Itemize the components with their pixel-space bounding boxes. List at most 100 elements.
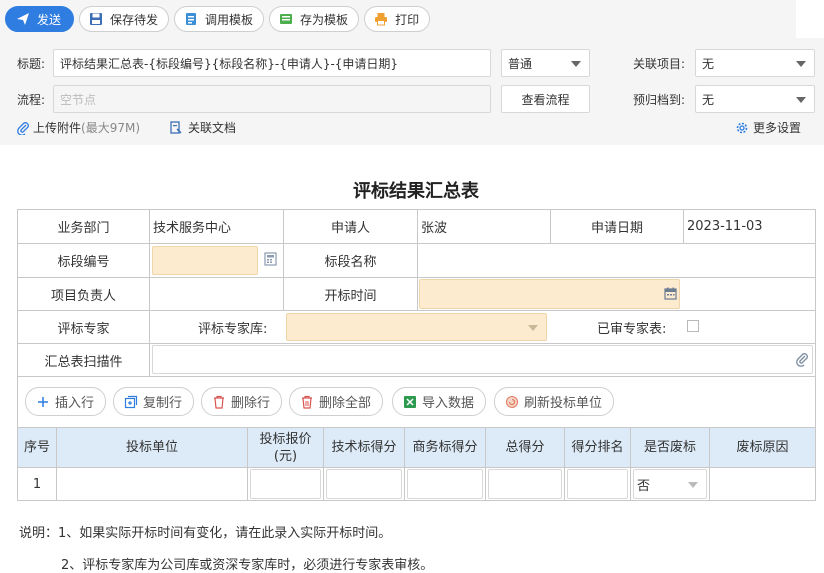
paperclip-icon: [17, 121, 29, 135]
row1-void-select[interactable]: 否: [633, 469, 707, 499]
row1-rank-input[interactable]: [567, 469, 628, 499]
scan-label: 汇总表扫描件: [17, 343, 150, 377]
section-name-cell[interactable]: [417, 243, 816, 278]
save-pending-label: 保存待发: [110, 12, 159, 27]
print-label: 打印: [395, 12, 420, 27]
date-value: 2023-11-03: [683, 209, 816, 244]
chevron-down-icon: [571, 61, 581, 67]
priority-select[interactable]: 普通: [501, 49, 590, 77]
excel-import-icon: [404, 395, 416, 408]
trash-icon: [214, 395, 224, 409]
import-data-button[interactable]: 导入数据: [392, 387, 487, 416]
related-project-label: 关联项目:: [633, 57, 686, 71]
delete-row-button[interactable]: 删除行: [201, 387, 283, 416]
expert-lib-select[interactable]: [286, 313, 547, 341]
trash-icon: [302, 395, 312, 409]
note-line-2: 2、评标专家库为公司库或资深专家库时，必须进行专家表审核。: [61, 558, 434, 573]
upload-label: 上传附件: [33, 121, 82, 135]
more-settings-link[interactable]: 更多设置: [735, 119, 801, 136]
paperclip-icon[interactable]: [796, 352, 809, 367]
title-input[interactable]: 评标结果汇总表-{标段编号}{标段名称}-{申请人}-{申请日期}: [53, 49, 491, 77]
insert-row-button[interactable]: 插入行: [25, 387, 107, 416]
view-flow-label: 查看流程: [521, 92, 570, 107]
expert-lib-label: 评标专家库:: [198, 322, 268, 337]
row1-void-value: 否: [637, 478, 651, 494]
calendar-icon[interactable]: [664, 287, 677, 300]
row1-void-reason[interactable]: [709, 467, 816, 501]
dept-label: 业务部门: [17, 209, 150, 244]
flow-input[interactable]: 空节点: [53, 85, 491, 113]
view-flow-button[interactable]: 查看流程: [501, 85, 590, 113]
calculator-icon[interactable]: [264, 252, 277, 266]
top-panel: 发送 保存待发 调用模板 存为模板 打印 标题: 评标结果汇总表-{标段编号}{…: [0, 0, 824, 145]
reviewed-label: 已审专家表:: [597, 322, 667, 337]
save-pending-button[interactable]: 保存待发: [79, 6, 170, 32]
row1-bidder[interactable]: [56, 467, 248, 501]
title-label: 标题:: [17, 57, 46, 71]
col-header-tech-score: 技术标得分: [323, 427, 405, 468]
section-no-label: 标段编号: [17, 243, 150, 278]
related-docs-link[interactable]: 关联文档: [169, 119, 236, 136]
toolbar: 发送 保存待发 调用模板 存为模板 打印: [5, 6, 431, 32]
chevron-down-icon: [688, 482, 698, 488]
section-no-input[interactable]: [152, 246, 258, 275]
col-header-rank: 得分排名: [564, 427, 631, 468]
save-template-label: 存为模板: [300, 12, 349, 27]
pm-label: 项目负责人: [17, 277, 150, 311]
row1-price-input[interactable]: [250, 469, 321, 499]
send-button[interactable]: 发送: [5, 6, 75, 32]
title-value: 评标结果汇总表-{标段编号}{标段名称}-{申请人}-{申请日期}: [60, 56, 399, 71]
flow-label: 流程:: [17, 93, 46, 107]
top-right-strip: [796, 0, 824, 38]
archive-label: 预归档到:: [633, 93, 686, 107]
delete-row-label: 删除行: [231, 396, 271, 411]
related-project-select[interactable]: 无: [695, 49, 815, 77]
refresh-icon: [506, 395, 518, 408]
related-project-value: 无: [702, 56, 715, 71]
refresh-bidders-button[interactable]: 刷新投标单位: [494, 387, 615, 416]
more-settings-label: 更多设置: [753, 121, 802, 135]
expert-label: 评标专家: [17, 310, 150, 344]
open-time-label: 开标时间: [283, 277, 418, 311]
dept-value: 技术服务中心: [149, 209, 284, 244]
copy-row-button[interactable]: 复制行: [113, 387, 195, 416]
row1-tech-input[interactable]: [326, 469, 402, 499]
col-header-void: 是否废标: [630, 427, 710, 468]
row1-biz-input[interactable]: [407, 469, 483, 499]
date-label: 申请日期: [550, 209, 684, 244]
col-header-bidder: 投标单位: [56, 427, 248, 468]
archive-select[interactable]: 无: [695, 85, 815, 113]
delete-all-button[interactable]: 删除全部: [289, 387, 384, 416]
printer-icon: [375, 13, 388, 26]
note-line-1: 说明：1、如果实际开标时间有变化，请在此录入实际开标时间。: [19, 526, 392, 541]
row1-index: 1: [17, 467, 57, 501]
related-docs-label: 关联文档: [188, 121, 237, 135]
document-link-icon: [170, 120, 182, 134]
copy-icon: [124, 395, 138, 408]
scan-upload-input[interactable]: [152, 345, 813, 374]
applicant-label: 申请人: [283, 209, 418, 244]
priority-value: 普通: [508, 56, 533, 71]
col-header-biz-score: 商务标得分: [404, 427, 486, 468]
form-title: 评标结果汇总表: [353, 181, 479, 202]
send-icon: [17, 13, 29, 25]
save-icon: [90, 13, 103, 25]
print-button[interactable]: 打印: [364, 6, 431, 32]
use-template-button[interactable]: 调用模板: [174, 6, 265, 32]
col-header-index: 序号: [17, 427, 57, 468]
template-icon: [186, 13, 197, 25]
open-time-input[interactable]: [419, 279, 680, 309]
row1-total-input[interactable]: [488, 469, 562, 499]
chevron-down-icon: [796, 97, 806, 103]
refresh-bidders-label: 刷新投标单位: [524, 396, 603, 411]
applicant-value: 张波: [417, 209, 551, 244]
import-data-label: 导入数据: [422, 396, 475, 411]
reviewed-checkbox[interactable]: [687, 320, 699, 332]
send-label: 发送: [37, 12, 62, 27]
chevron-down-icon: [528, 325, 538, 331]
pm-cell[interactable]: [149, 277, 284, 311]
save-template-button[interactable]: 存为模板: [269, 6, 360, 32]
archive-value: 无: [702, 92, 715, 107]
upload-attachment-link[interactable]: 上传附件 (最大97M): [17, 119, 140, 136]
section-name-label: 标段名称: [283, 243, 418, 278]
